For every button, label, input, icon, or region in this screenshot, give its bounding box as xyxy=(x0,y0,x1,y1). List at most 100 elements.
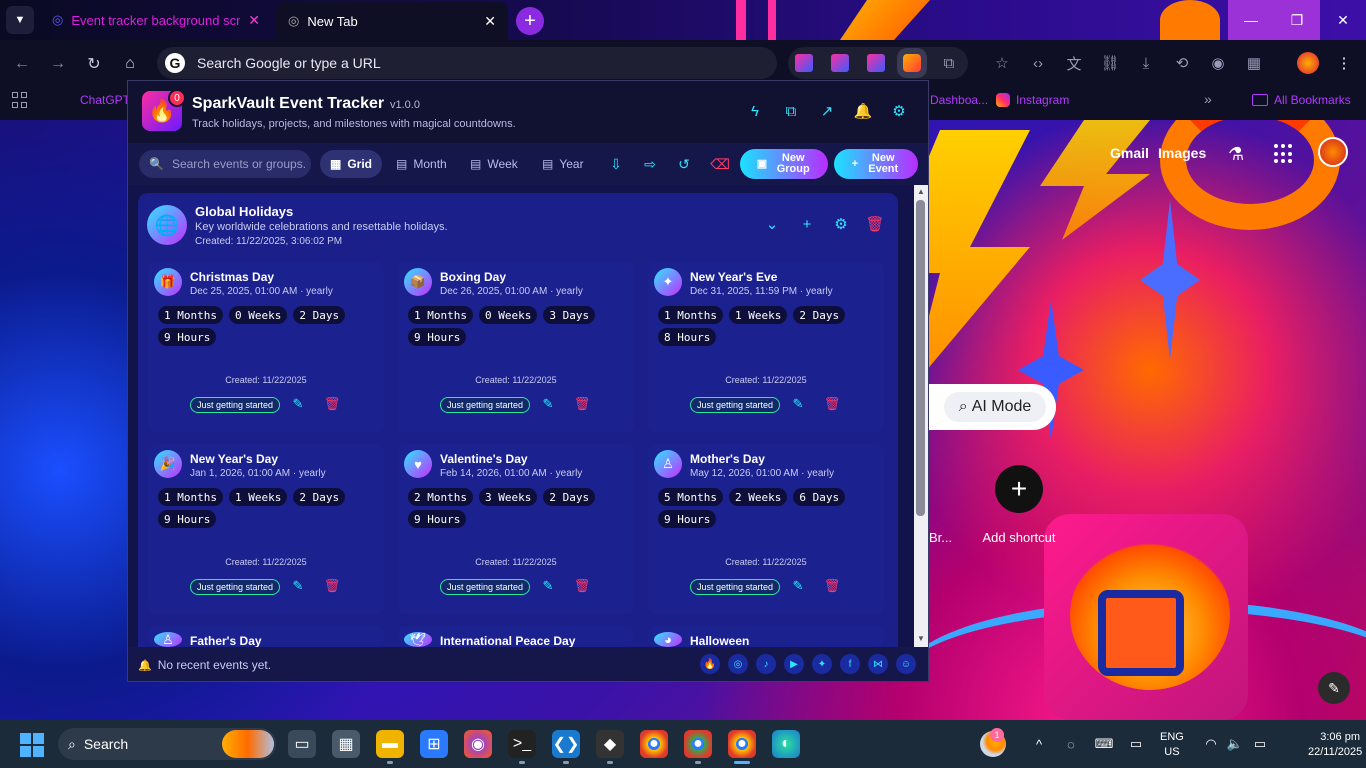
sparkvault-extension-icon[interactable] xyxy=(903,54,921,72)
facebook-icon[interactable]: f xyxy=(840,654,860,674)
tiktok-icon[interactable]: ♪ xyxy=(756,654,776,674)
edit-magic-wand-icon[interactable]: ✎ xyxy=(790,396,806,412)
bookmark-dashboard[interactable]: Dashboa... xyxy=(930,93,988,107)
search-input[interactable] xyxy=(171,157,307,171)
settings-gear-icon[interactable]: ⚙ xyxy=(889,101,909,121)
view-grid-button[interactable]: ▦ Grid xyxy=(320,150,383,178)
code-icon[interactable]: ‹› xyxy=(1027,52,1049,74)
profile-icon[interactable]: ☺ xyxy=(896,654,916,674)
tab-event-tracker-background[interactable]: ◎ Event tracker background script ✕ xyxy=(40,0,272,40)
profile-avatar[interactable] xyxy=(1297,52,1319,74)
extension-icon[interactable] xyxy=(867,54,885,72)
eraser-icon[interactable]: ⌫ xyxy=(710,154,730,174)
open-external-icon[interactable]: ↗ xyxy=(817,101,837,121)
show-hidden-icons-chevron-icon[interactable]: ^ xyxy=(1030,735,1048,753)
battery-icon[interactable]: ▭ xyxy=(1251,735,1269,753)
delete-group-trash-icon[interactable]: 🗑 xyxy=(865,214,885,234)
labs-flask-icon[interactable]: ⚗ xyxy=(1228,144,1244,165)
delete-trash-icon[interactable]: 🗑 xyxy=(324,578,341,594)
clipboard-icon[interactable]: ▭ xyxy=(1127,735,1145,753)
volume-icon[interactable]: 🔈 xyxy=(1226,735,1244,753)
inkscape-icon[interactable]: ◆ xyxy=(596,730,624,758)
clock[interactable]: 3:06 pm 22/11/2025 xyxy=(1308,730,1362,760)
new-group-button[interactable]: ▣ New Group xyxy=(740,149,828,179)
lightning-icon[interactable]: ϟ xyxy=(745,101,765,121)
grid-icon[interactable]: ▦ xyxy=(1243,52,1265,74)
home-icon[interactable]: ⌂ xyxy=(116,50,144,78)
file-explorer-icon[interactable]: ▬ xyxy=(376,730,404,758)
download-icon[interactable]: ⤓ xyxy=(1135,52,1157,74)
history-icon[interactable]: ⟲ xyxy=(1171,52,1193,74)
close-tab-icon[interactable]: ✕ xyxy=(248,12,260,29)
chrome-icon[interactable]: ● xyxy=(640,730,668,758)
vscode-icon[interactable]: ❮❯ xyxy=(552,730,580,758)
bookmark-chatgpt[interactable]: ChatGPT xyxy=(80,93,130,107)
scrollbar-thumb[interactable] xyxy=(916,200,925,516)
task-view-icon[interactable]: ▭ xyxy=(288,730,316,758)
edit-magic-wand-icon[interactable]: ✎ xyxy=(540,578,556,594)
firefox-icon[interactable]: ◉ xyxy=(464,730,492,758)
chrome-active-icon[interactable]: ● xyxy=(728,730,756,758)
google-apps-icon[interactable] xyxy=(1274,144,1294,164)
event-card[interactable] xyxy=(648,626,884,647)
menu-dots-icon[interactable]: ⋮ xyxy=(1333,52,1355,74)
youtube-icon[interactable]: ▶ xyxy=(784,654,804,674)
delete-trash-icon[interactable]: 🗑 xyxy=(574,578,591,594)
add-shortcut-button[interactable]: + xyxy=(995,465,1043,513)
ai-mode-button[interactable]: ⌕ AI Mode xyxy=(944,392,1046,422)
forward-arrow-icon[interactable]: → xyxy=(44,50,72,78)
customize-pencil-icon[interactable]: ✎ xyxy=(1318,672,1350,704)
add-event-plus-icon[interactable]: + xyxy=(797,214,817,234)
onedrive-icon[interactable]: ◌ xyxy=(1062,735,1080,753)
new-tab-button[interactable]: + xyxy=(516,7,544,35)
account-avatar[interactable] xyxy=(1318,137,1348,167)
tab-search-chevron-icon[interactable]: ▼ xyxy=(6,6,34,34)
view-week-button[interactable]: ▤ Week xyxy=(460,150,528,178)
wifi-icon[interactable]: ◠ xyxy=(1202,735,1220,753)
terminal-icon[interactable]: >_ xyxy=(508,730,536,758)
delete-trash-icon[interactable]: 🗑 xyxy=(824,578,841,594)
twitter-icon[interactable]: ✦ xyxy=(812,654,832,674)
reset-icon[interactable]: ↺ xyxy=(674,154,694,174)
delete-trash-icon[interactable]: 🗑 xyxy=(824,396,841,412)
images-link[interactable]: Images xyxy=(1158,145,1206,161)
view-month-button[interactable]: ▤ Month xyxy=(386,150,457,178)
export-icon[interactable]: ⇨ xyxy=(640,154,660,174)
all-bookmarks[interactable]: All Bookmarks xyxy=(1252,93,1351,107)
keyboard-icon[interactable]: ⌨ xyxy=(1095,735,1114,753)
calculator-icon[interactable]: ▦ xyxy=(332,730,360,758)
close-tab-icon[interactable]: ✕ xyxy=(484,13,496,30)
import-icon[interactable]: ⇩ xyxy=(606,154,626,174)
extensions-puzzle-icon[interactable]: ⧉ xyxy=(938,52,960,74)
collapse-chevron-icon[interactable]: ⌄ xyxy=(762,214,782,234)
event-card[interactable] xyxy=(148,626,384,647)
group-settings-gear-icon[interactable]: ⚙ xyxy=(831,214,851,234)
reload-icon[interactable]: ↻ xyxy=(80,50,108,78)
link-icon[interactable]: ⛓ xyxy=(1099,52,1121,74)
apps-grid-icon[interactable] xyxy=(12,92,28,108)
screenshot-icon[interactable]: ◉ xyxy=(1207,52,1229,74)
close-window-icon[interactable]: ✕ xyxy=(1320,0,1366,40)
omnibox[interactable]: G Search Google or type a URL xyxy=(157,47,777,79)
edit-magic-wand-icon[interactable]: ✎ xyxy=(290,396,306,412)
restore-icon[interactable]: ❐ xyxy=(1274,0,1320,40)
edit-magic-wand-icon[interactable]: ✎ xyxy=(540,396,556,412)
edit-magic-wand-icon[interactable]: ✎ xyxy=(290,578,306,594)
bookmark-star-icon[interactable]: ☆ xyxy=(991,52,1013,74)
input-language[interactable]: ENG US xyxy=(1160,730,1184,760)
extension-icon[interactable] xyxy=(831,54,849,72)
extension-icon[interactable] xyxy=(795,54,813,72)
delete-trash-icon[interactable]: 🗑 xyxy=(324,396,341,412)
scroll-up-arrow-icon[interactable]: ▲ xyxy=(915,187,927,197)
edge-icon[interactable]: ◐ xyxy=(772,730,800,758)
search-box[interactable]: 🔍 xyxy=(139,150,311,178)
edit-magic-wand-icon[interactable]: ✎ xyxy=(790,578,806,594)
translate-icon[interactable]: 文 xyxy=(1063,52,1085,74)
scroll-down-arrow-icon[interactable]: ▼ xyxy=(915,634,927,644)
bluesky-icon[interactable]: ⋈ xyxy=(868,654,888,674)
windows-start-icon[interactable] xyxy=(20,733,44,757)
back-arrow-icon[interactable]: ← xyxy=(8,50,36,78)
instagram-icon[interactable]: ◎ xyxy=(728,654,748,674)
bell-icon[interactable]: 🔔 xyxy=(853,101,873,121)
fire-icon[interactable]: 🔥 xyxy=(700,654,720,674)
